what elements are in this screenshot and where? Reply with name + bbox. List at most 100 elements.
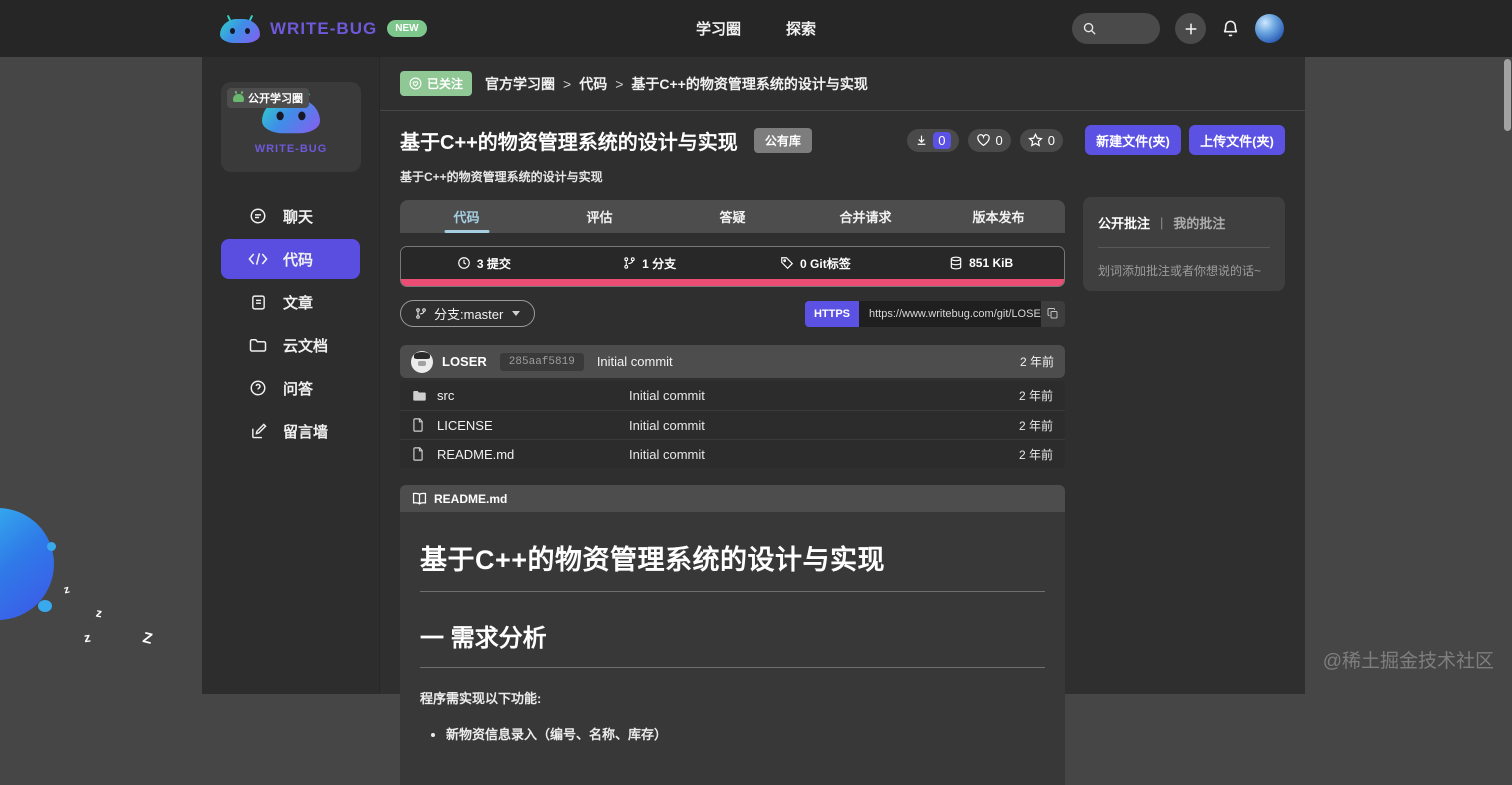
- tab-code[interactable]: 代码: [400, 200, 533, 233]
- writebug-logo-icon: [220, 14, 260, 43]
- clock-icon: [457, 256, 471, 270]
- repo-tabbar: 代码 评估 答疑 合并请求 版本发布: [400, 200, 1065, 233]
- folder-icon: [248, 337, 268, 353]
- sidebar-item-chat[interactable]: 聊天: [221, 196, 360, 236]
- database-icon: [949, 256, 963, 270]
- file-name[interactable]: LICENSE: [437, 418, 629, 433]
- divider: [380, 110, 1305, 111]
- branch-selector[interactable]: 分支:master: [400, 300, 536, 327]
- git-branch-icon: [623, 256, 636, 270]
- scrollbar-thumb[interactable]: [1504, 59, 1511, 131]
- readme-h1: 基于C++的物资管理系统的设计与实现: [420, 545, 886, 575]
- notifications-button[interactable]: [1221, 19, 1240, 38]
- android-icon: [233, 94, 244, 102]
- circle-card[interactable]: 公开学习圈 WRITE-BUG: [221, 82, 361, 172]
- sidebar-item-label: 云文档: [283, 337, 329, 355]
- sidebar-item-articles[interactable]: 文章: [221, 282, 360, 322]
- file-commit-time: 2 年前: [1018, 389, 1053, 403]
- like-count-button[interactable]: 0: [967, 128, 1011, 152]
- book-icon: [412, 492, 427, 505]
- commit-hash[interactable]: 285aaf5819: [499, 352, 584, 371]
- breadcrumb-item-code[interactable]: 代码: [579, 74, 607, 94]
- download-count: 0: [933, 131, 951, 149]
- follow-button[interactable]: 已关注: [400, 71, 473, 96]
- breadcrumb-item-circle[interactable]: 官方学习圈: [485, 74, 555, 94]
- sidebar-item-code[interactable]: 代码: [221, 239, 360, 279]
- sleep-z: z: [94, 605, 104, 621]
- file-name[interactable]: src: [437, 388, 629, 403]
- sidebar-menu: 聊天 代码 文章 云文档 问答 留言墙: [202, 196, 379, 451]
- copy-icon: [1047, 307, 1059, 320]
- brand-name: WRITE-BUG: [270, 18, 378, 38]
- search-box[interactable]: [1072, 13, 1160, 44]
- breadcrumb: 官方学习圈 > 代码 > 基于C++的物资管理系统的设计与实现: [485, 74, 868, 94]
- sidebar-item-label: 问答: [283, 380, 314, 398]
- breadcrumb-separator: >: [615, 75, 624, 92]
- clone-group: HTTPS https://www.writebug.com/git/LOSER: [804, 300, 1065, 327]
- heart-icon: [976, 133, 991, 147]
- divider: [1098, 247, 1270, 248]
- sleeping-mascot: [0, 508, 64, 630]
- sidebar: 公开学习圈 WRITE-BUG 聊天 代码 文章 云文档 问答 留言墙: [202, 57, 380, 694]
- download-icon: [915, 134, 928, 147]
- stat-branches[interactable]: 1 分支: [567, 247, 733, 279]
- sidebar-item-cloud-docs[interactable]: 云文档: [221, 325, 360, 365]
- nav-item-learning-circle[interactable]: 学习圈: [696, 18, 741, 39]
- user-avatar[interactable]: [1255, 14, 1284, 43]
- download-count-button[interactable]: 0: [907, 128, 959, 152]
- star-count: 0: [1047, 132, 1055, 148]
- search-input[interactable]: [1103, 21, 1153, 36]
- tag-icon: [780, 256, 794, 270]
- breadcrumb-separator: >: [563, 75, 572, 92]
- file-row-license[interactable]: LICENSE Initial commit 2 年前: [400, 410, 1065, 439]
- visibility-badge: 公有库: [753, 127, 812, 153]
- file-name[interactable]: README.md: [437, 447, 629, 462]
- brand[interactable]: WRITE-BUG NEW: [220, 14, 427, 43]
- stat-size[interactable]: 851 KiB: [898, 247, 1064, 279]
- sidebar-item-message-wall[interactable]: 留言墙: [221, 411, 360, 451]
- new-file-button[interactable]: 新建文件(夹): [1085, 125, 1181, 155]
- file-row-src[interactable]: src Initial commit 2 年前: [400, 381, 1065, 410]
- commit-time: 2 年前: [1019, 355, 1054, 369]
- star-count-button[interactable]: 0: [1019, 128, 1063, 152]
- clone-url[interactable]: https://www.writebug.com/git/LOSER: [859, 300, 1041, 327]
- watermark: @稀土掘金技术社区: [1322, 651, 1494, 672]
- search-icon: [1082, 21, 1097, 36]
- sidebar-item-label: 留言墙: [283, 423, 329, 441]
- stat-tags[interactable]: 0 Git标签: [733, 247, 899, 279]
- new-badge: NEW: [387, 20, 427, 37]
- nav-item-explore[interactable]: 探索: [786, 18, 816, 39]
- scrollbar[interactable]: [1503, 57, 1511, 694]
- stat-commits[interactable]: 3 提交: [401, 247, 567, 279]
- sidebar-item-label: 聊天: [283, 208, 314, 226]
- tab-releases[interactable]: 版本发布: [932, 200, 1065, 233]
- file-row-readme[interactable]: README.md Initial commit 2 年前: [400, 439, 1065, 468]
- file-commit-message: Initial commit: [629, 446, 705, 462]
- create-button[interactable]: [1175, 13, 1206, 44]
- breadcrumb-item-repo[interactable]: 基于C++的物资管理系统的设计与实现: [631, 74, 867, 94]
- breadcrumb-row: 已关注 官方学习圈 > 代码 > 基于C++的物资管理系统的设计与实现: [400, 71, 868, 96]
- branch-label: 分支:master: [434, 307, 504, 322]
- copy-url-button[interactable]: [1041, 300, 1065, 327]
- tab-qa[interactable]: 答疑: [666, 200, 799, 233]
- top-nav: 学习圈 探索: [696, 18, 816, 39]
- tab-public-annotations[interactable]: 公开批注: [1098, 213, 1150, 232]
- question-icon: [248, 379, 268, 397]
- latest-commit-row[interactable]: LOSER 285aaf5819 Initial commit 2 年前: [400, 345, 1065, 378]
- circle-badge-label: 公开学习圈: [248, 93, 303, 105]
- readme-filename: README.md: [434, 491, 508, 506]
- upload-file-button[interactable]: 上传文件(夹): [1189, 125, 1285, 155]
- tab-review[interactable]: 评估: [533, 200, 666, 233]
- tab-merge-requests[interactable]: 合并请求: [799, 200, 932, 233]
- top-actions: [1072, 13, 1284, 44]
- tab-my-annotations[interactable]: 我的批注: [1173, 213, 1225, 232]
- chevron-down-icon: [512, 311, 521, 316]
- commit-author-avatar[interactable]: [411, 350, 433, 373]
- readme-list-item: 新物资信息录入（编号、名称、库存）: [446, 724, 1045, 743]
- annotation-placeholder[interactable]: 划词添加批注或者你想说的话~: [1098, 262, 1270, 279]
- protocol-button[interactable]: HTTPS: [804, 300, 859, 327]
- follow-label: 已关注: [427, 77, 464, 91]
- commit-author[interactable]: LOSER: [442, 354, 487, 369]
- sidebar-item-qa[interactable]: 问答: [221, 368, 360, 408]
- sidebar-item-label: 代码: [283, 251, 314, 269]
